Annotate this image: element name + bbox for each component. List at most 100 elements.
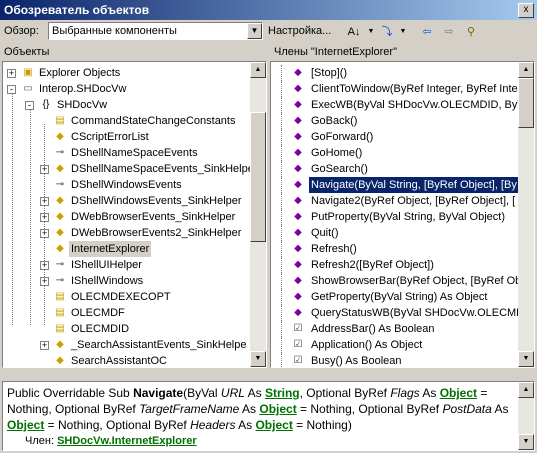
namespace-link[interactable]: SHDocVw xyxy=(57,435,109,447)
objects-header: Объекты xyxy=(4,46,50,58)
browse-label: Обзор: xyxy=(4,25,39,37)
member-item[interactable]: ◆ [Stop]() xyxy=(271,65,519,81)
expand-icon[interactable]: + xyxy=(40,229,49,238)
scroll-up-icon[interactable]: ▲ xyxy=(518,62,534,78)
tree-item[interactable]: + ⊸ IShellWindows xyxy=(3,273,251,289)
item-label: DShellWindowsEvents xyxy=(71,179,182,191)
member-item[interactable]: ◆ ExecWB(ByVal SHDocVw.OLECMDID, ByVal xyxy=(271,97,532,113)
vertical-scrollbar[interactable]: ▲ ▼ xyxy=(250,62,266,367)
class-icon: ◆ xyxy=(56,211,64,222)
expand-icon[interactable]: + xyxy=(40,213,49,222)
expand-icon[interactable]: + xyxy=(40,197,49,206)
tree-item[interactable]: ▤ CommandStateChangeConstants xyxy=(3,113,251,129)
description-text: Public Overridable Sub Navigate(ByVal UR… xyxy=(7,385,512,449)
method-icon: ◆ xyxy=(294,243,302,254)
namespace-icon: {} xyxy=(42,99,50,110)
member-item[interactable]: ◆ Navigate(ByVal String, [ByRef Object], … xyxy=(271,177,519,193)
tree-item[interactable]: + ◆ DShellNameSpaceEvents_SinkHelper xyxy=(3,161,257,177)
type-link[interactable]: String xyxy=(265,386,300,400)
tree-item[interactable]: - ▭ Interop.SHDocVw xyxy=(3,81,251,97)
collapse-icon[interactable]: - xyxy=(7,85,16,94)
sort-icon[interactable]: A↓ xyxy=(345,24,363,40)
tree-item[interactable]: ▤ OLECMDF xyxy=(3,305,251,321)
scroll-thumb[interactable] xyxy=(250,112,266,242)
member-item[interactable]: ◆ GoForward() xyxy=(271,129,519,145)
tree-item[interactable]: + ◆ _SearchAssistantEvents_SinkHelpe xyxy=(3,337,251,353)
member-item[interactable]: ☑ Busy() As Boolean xyxy=(271,353,519,367)
item-label: GoSearch() xyxy=(311,163,368,175)
scroll-up-icon[interactable]: ▲ xyxy=(518,382,534,398)
type-link[interactable]: Object xyxy=(259,402,296,416)
description-scrollbar[interactable]: ▲ ▼ xyxy=(518,382,534,450)
members-list[interactable]: ◆ [Stop]() ◆ ClientToWindow(ByRef Integer, … xyxy=(270,61,535,368)
close-button[interactable]: x xyxy=(518,3,534,18)
title-bar: Обозреватель объектов x xyxy=(0,0,537,20)
tree-item[interactable]: + ◆ DWebBrowserEvents_SinkHelper xyxy=(3,209,251,225)
expand-icon[interactable]: + xyxy=(40,277,49,286)
item-label: GoForward() xyxy=(311,131,374,143)
member-item[interactable]: ☑ AddressBar() As Boolean xyxy=(271,321,519,337)
scroll-up-icon[interactable]: ▲ xyxy=(250,62,266,78)
member-item[interactable]: ◆ GoBack() xyxy=(271,113,519,129)
member-item[interactable]: ◆ GoHome() xyxy=(271,145,519,161)
tree-item[interactable]: ◆ SearchAssistantOC xyxy=(3,353,251,367)
forward-icon[interactable]: ⇨ xyxy=(440,24,458,40)
group-dropdown-icon[interactable]: ▼ xyxy=(394,24,412,40)
method-icon: ◆ xyxy=(294,195,302,206)
member-item[interactable]: ◆ ClientToWindow(ByRef Integer, ByRef Int… xyxy=(271,81,519,97)
tree-item[interactable]: ◆ InternetExplorer xyxy=(3,241,251,257)
collapse-icon[interactable]: - xyxy=(25,101,34,110)
settings-button[interactable]: Настройка... xyxy=(268,25,331,37)
member-item[interactable]: ◆ Quit() xyxy=(271,225,519,241)
browse-dropdown[interactable]: Выбранные компоненты ▼ xyxy=(48,22,263,40)
enum-icon: ▤ xyxy=(55,307,65,318)
member-item[interactable]: ◆ GetProperty(ByVal String) As Object xyxy=(271,289,519,305)
tree-item[interactable]: + ◆ DWebBrowserEvents2_SinkHelper xyxy=(3,225,251,241)
tree-item[interactable]: + ◆ DShellWindowsEvents_SinkHelper xyxy=(3,193,251,209)
back-icon[interactable]: ⇦ xyxy=(418,24,436,40)
item-label: CScriptErrorList xyxy=(71,131,149,143)
class-link[interactable]: InternetExplorer xyxy=(112,435,197,447)
expand-icon[interactable]: + xyxy=(40,341,49,350)
member-item[interactable]: ◆ ShowBrowserBar(ByRef Object, [ByRef Ob xyxy=(271,273,521,289)
tree-item[interactable]: + ⊸ IShellUIHelper xyxy=(3,257,251,273)
method-icon: ◆ xyxy=(294,115,302,126)
tree-item[interactable]: ▤ OLECMDEXECOPT xyxy=(3,289,251,305)
item-label: Busy() As Boolean xyxy=(311,355,402,367)
member-item[interactable]: ◆ GoSearch() xyxy=(271,161,519,177)
scroll-down-icon[interactable]: ▼ xyxy=(518,434,534,450)
browse-value: Выбранные компоненты xyxy=(52,25,177,37)
method-icon: ◆ xyxy=(294,259,302,270)
expand-icon[interactable]: + xyxy=(40,261,49,270)
class-icon: ◆ xyxy=(56,195,64,206)
member-item[interactable]: ◆ PutProperty(ByVal String, ByVal Object) xyxy=(271,209,519,225)
tree-item[interactable]: ⊸ DShellWindowsEvents xyxy=(3,177,251,193)
scroll-thumb[interactable] xyxy=(518,78,534,128)
member-item[interactable]: ◆ Refresh() xyxy=(271,241,519,257)
tree-item[interactable]: ▤ OLECMDID xyxy=(3,321,251,337)
member-item[interactable]: ◆ Refresh2([ByRef Object]) xyxy=(271,257,519,273)
member-item[interactable]: ☑ Application() As Object xyxy=(271,337,519,353)
method-icon: ◆ xyxy=(294,99,302,110)
find-symbol-icon[interactable]: ⚲ xyxy=(462,24,480,40)
expand-icon[interactable]: + xyxy=(7,69,16,78)
expand-icon[interactable]: + xyxy=(40,165,49,174)
scroll-down-icon[interactable]: ▼ xyxy=(518,351,534,367)
member-item[interactable]: ◆ QueryStatusWB(ByVal SHDocVw.OLECMDII xyxy=(271,305,530,321)
vertical-scrollbar[interactable]: ▲ ▼ xyxy=(518,62,534,367)
item-label: DShellWindowsEvents_SinkHelper xyxy=(71,195,242,207)
objects-tree[interactable]: + ▣ Explorer Objects - ▭ Interop.SHDocVw -{} SH… xyxy=(2,61,267,368)
item-label: Navigate2(ByRef Object, [ByRef Object], … xyxy=(311,195,516,207)
tree-item[interactable]: -{} SHDocVw xyxy=(3,97,251,113)
type-link[interactable]: Object xyxy=(255,418,292,432)
tree-item[interactable]: + ▣ Explorer Objects xyxy=(3,65,251,81)
tree-item[interactable]: ◆ CScriptErrorList xyxy=(3,129,251,145)
member-item[interactable]: ◆ Navigate2(ByRef Object, [ByRef Object],… xyxy=(271,193,519,209)
scroll-down-icon[interactable]: ▼ xyxy=(250,351,266,367)
type-link[interactable]: Object xyxy=(440,386,477,400)
chevron-down-icon[interactable]: ▼ xyxy=(247,23,262,39)
tree-item[interactable]: ⊸ DShellNameSpaceEvents xyxy=(3,145,251,161)
type-link[interactable]: Object xyxy=(7,418,44,432)
item-label: SearchAssistantOC xyxy=(71,355,167,367)
property-icon: ☑ xyxy=(293,355,303,366)
